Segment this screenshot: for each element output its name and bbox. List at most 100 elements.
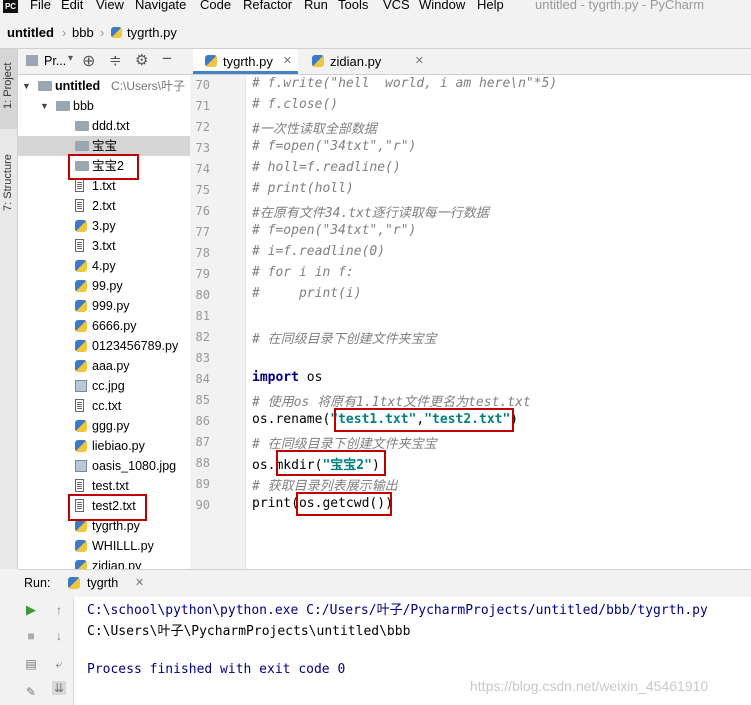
tree-item[interactable]: ▼ bbb [18,96,190,116]
annotation-box [334,408,514,432]
tree-item[interactable]: 999.py [18,296,190,316]
tree-item[interactable]: aaa.py [18,356,190,376]
folder-icon [75,141,89,151]
tab-zidian[interactable]: zidian.py ✕ [300,49,430,74]
breadcrumb-file[interactable]: tygrth.py [127,25,177,40]
annotation-box [296,492,392,516]
structure-tool-tab[interactable]: 7: Structure [0,139,17,219]
menu-view[interactable]: View [96,0,124,12]
code-keyword: import [252,370,299,385]
tree-item[interactable]: zidian.py [18,556,190,569]
tree-item[interactable]: ggg.py [18,416,190,436]
breadcrumb-folder[interactable]: bbb [72,25,94,40]
code-text: os.rename( [252,412,331,427]
folder-icon [26,55,38,66]
tree-item[interactable]: test.txt [18,476,190,496]
tree-item[interactable]: ▼ untitled C:\Users\叶子 [18,76,190,96]
tree-item[interactable]: 宝宝 [18,136,190,156]
menu-navigate[interactable]: Navigate [135,0,186,12]
run-config-tab[interactable]: tygrth [87,576,118,590]
expand-arrow-icon[interactable]: ▼ [22,76,31,96]
tree-item[interactable]: oasis_1080.jpg [18,456,190,476]
code-line: # holl=f.readline() [252,160,401,175]
locate-target-icon[interactable]: ⊕ [82,51,95,71]
annotation-box [68,494,147,521]
code-line: # print(holl) [252,181,354,196]
tree-item[interactable]: cc.txt [18,396,190,416]
breadcrumb: untitled › bbb › tygrth.py [0,18,751,49]
tree-item[interactable]: 0123456789.py [18,336,190,356]
tree-item[interactable]: 4.py [18,256,190,276]
run-toolbar: ▶ ↑ ■ ↓ ▤ ⤶ ✎ ⇊ [18,597,74,705]
python-file-icon [75,280,87,292]
tree-item[interactable]: 6666.py [18,316,190,336]
tree-item[interactable]: cc.jpg [18,376,190,396]
text-file-icon [75,239,84,252]
tree-item-label: 0123456789.py [92,339,179,353]
line-number: 78 [195,246,210,260]
tree-item-label: 4.py [92,259,116,273]
stop-icon[interactable]: ■ [24,629,38,643]
close-icon[interactable]: ✕ [283,49,292,74]
layout-icon[interactable]: ▤ [24,657,38,671]
tree-item-label: 2.txt [92,199,116,213]
line-number: 79 [195,267,210,281]
window-title: untitled - tygrth.py - PyCharm [535,0,705,12]
code-line: #在原有文件34.txt逐行读取每一行数据 [252,206,489,221]
tree-item-label: 3.py [92,219,116,233]
menu-window[interactable]: Window [419,0,465,12]
expand-arrow-icon[interactable]: ▼ [40,96,49,116]
soft-wrap-icon[interactable]: ⤶ [52,657,66,671]
tree-item[interactable]: WHILLL.py [18,536,190,556]
tab-tygrth[interactable]: tygrth.py ✕ [193,49,298,74]
menu-run[interactable]: Run [304,0,328,12]
tree-item[interactable]: ddd.txt [18,116,190,136]
menu-refactor[interactable]: Refactor [243,0,292,12]
menu-help[interactable]: Help [477,0,504,12]
scroll-to-end-icon[interactable]: ⇊ [52,681,66,695]
line-number: 74 [195,162,210,176]
collapse-all-icon[interactable]: ≑ [109,51,122,69]
tree-item[interactable]: 2.txt [18,196,190,216]
menu-vcs[interactable]: VCS [383,0,410,12]
arrow-down-icon[interactable]: ↓ [52,629,66,643]
menu-code[interactable]: Code [200,0,231,12]
pycharm-logo-icon: PC [3,0,18,13]
python-file-icon [75,340,87,352]
close-icon[interactable]: ✕ [135,576,144,589]
tree-item[interactable]: liebiao.py [18,436,190,456]
image-file-icon [75,460,87,472]
console-line: C:\school\python\python.exe C:/Users/叶子/… [87,603,708,618]
annotation-box [68,154,139,180]
run-label: Run: [24,576,51,590]
close-icon[interactable]: ✕ [415,49,424,74]
chevron-right-icon: › [100,25,105,40]
python-file-icon [312,55,324,67]
line-number: 82 [195,330,210,344]
pin-icon[interactable]: ✎ [24,685,38,699]
tree-item[interactable]: 3.py [18,216,190,236]
tree-item-label: 6666.py [92,319,137,333]
hide-panel-icon[interactable]: − [162,49,172,69]
project-tool-tab[interactable]: 1: Project [0,49,17,129]
rerun-icon[interactable]: ▶ [24,603,38,617]
arrow-up-icon[interactable]: ↑ [52,603,66,617]
python-file-icon [75,300,87,312]
menu-file[interactable]: File [30,0,51,12]
tree-item-label: 宝宝 [92,139,118,153]
python-file-icon [75,520,87,532]
tree-item[interactable]: 3.txt [18,236,190,256]
text-file-icon [75,179,84,192]
line-number: 80 [195,288,210,302]
menu-edit[interactable]: Edit [61,0,83,12]
line-number: 73 [195,141,210,155]
project-view-selector[interactable]: Pr... [44,54,66,68]
menu-tools[interactable]: Tools [338,0,368,12]
tree-item[interactable]: 99.py [18,276,190,296]
gear-icon[interactable]: ⚙ [135,51,148,69]
tree-item-path: C:\Users\叶子 [111,79,186,93]
line-number: 84 [195,372,210,386]
line-number: 90 [195,498,210,512]
breadcrumb-project[interactable]: untitled [7,25,54,40]
chevron-down-icon[interactable]: ▾ [68,53,73,64]
